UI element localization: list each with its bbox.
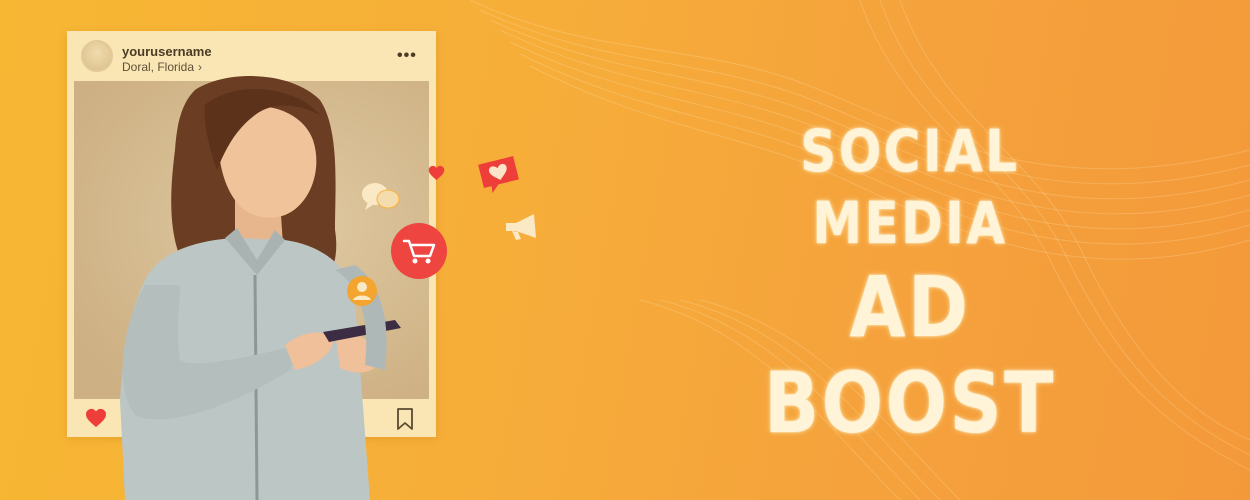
banner: yourusername Doral, Florida › ••• SOCIAL… [0, 0, 1250, 500]
heart-icon [428, 165, 445, 181]
avatar[interactable] [81, 40, 113, 72]
megaphone-icon [506, 214, 536, 240]
more-horizontal-icon[interactable]: ••• [397, 48, 417, 64]
headline-line-1: SOCIAL MEDIA [800, 117, 1020, 257]
user-icon [347, 276, 377, 306]
headline: SOCIAL MEDIA AD BOOST [690, 115, 1130, 451]
heart-message-icon [478, 156, 519, 194]
shopping-cart-icon [391, 223, 447, 279]
post-username[interactable]: yourusername [122, 44, 212, 59]
headline-line-2: AD BOOST [763, 258, 1057, 452]
chat-bubbles-icon [362, 183, 400, 210]
